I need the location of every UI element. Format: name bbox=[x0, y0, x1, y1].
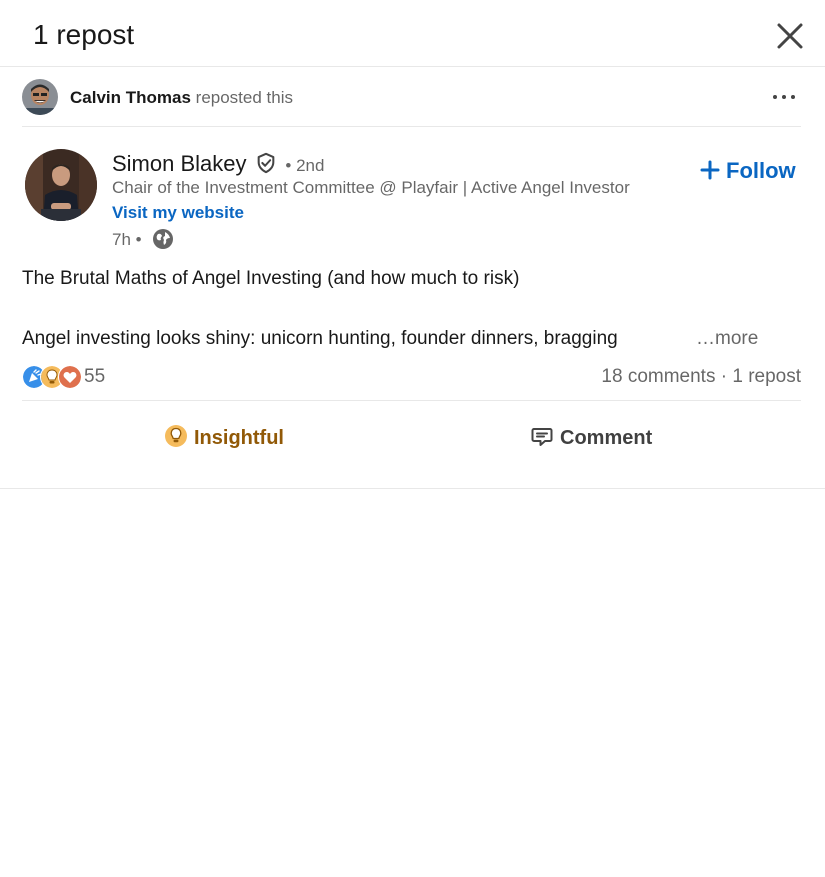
author-avatar[interactable] bbox=[25, 149, 97, 221]
post-title: The Brutal Maths of Angel Investing (and… bbox=[22, 268, 520, 289]
reposts-count-link[interactable]: 1 repost bbox=[732, 366, 801, 387]
modal-header: 1 repost bbox=[0, 0, 825, 67]
comment-button[interactable]: Comment bbox=[530, 420, 652, 456]
verified-shield-icon bbox=[257, 152, 275, 174]
author-headline: Chair of the Investment Committee @ Play… bbox=[112, 178, 630, 197]
close-button[interactable] bbox=[774, 20, 806, 52]
globe-icon bbox=[153, 229, 174, 249]
insightful-label: Insightful bbox=[194, 427, 284, 449]
repost-attribution: Calvin Thomas reposted this bbox=[0, 67, 825, 127]
reposter-avatar[interactable] bbox=[22, 79, 58, 115]
social-counts: 18 comments · 1 repost bbox=[601, 365, 801, 389]
author-name[interactable]: Simon Blakey bbox=[112, 151, 247, 176]
lightbulb-icon bbox=[165, 425, 187, 447]
reaction-count: 55 bbox=[84, 366, 106, 387]
close-icon bbox=[777, 23, 803, 49]
comment-icon bbox=[531, 428, 553, 446]
count-separator: · bbox=[715, 366, 733, 387]
divider bbox=[22, 126, 801, 127]
repost-text: Calvin Thomas reposted this bbox=[70, 88, 293, 108]
ellipsis-icon bbox=[773, 95, 795, 99]
comment-label: Comment bbox=[560, 427, 653, 449]
visit-website-link[interactable]: Visit my website bbox=[112, 203, 244, 223]
plus-icon bbox=[700, 160, 720, 180]
more-options-button[interactable] bbox=[768, 85, 800, 109]
divider bbox=[0, 488, 825, 489]
divider bbox=[22, 400, 801, 401]
post-time: 7h • bbox=[112, 230, 142, 249]
see-more-button[interactable]: …more bbox=[696, 326, 758, 352]
connection-degree: • 2nd bbox=[285, 156, 325, 175]
post-body: Angel investing looks shiny: unicorn hun… bbox=[22, 328, 618, 349]
modal-title: 1 repost bbox=[33, 19, 135, 50]
love-icon bbox=[58, 365, 82, 389]
reposter-name[interactable]: Calvin Thomas bbox=[70, 88, 191, 107]
post-meta: 7h • bbox=[112, 228, 174, 250]
repost-action-label: reposted this bbox=[195, 88, 293, 107]
author-name-row: Simon Blakey • 2nd bbox=[112, 150, 324, 178]
comments-count-link[interactable]: 18 comments bbox=[601, 366, 715, 387]
insightful-reaction-button[interactable]: Insightful bbox=[164, 420, 284, 456]
follow-label: Follow bbox=[726, 158, 796, 183]
repost-modal: 1 repost Calvin Thomas reposted this Sim… bbox=[0, 0, 825, 877]
follow-button[interactable]: Follow bbox=[700, 156, 796, 186]
